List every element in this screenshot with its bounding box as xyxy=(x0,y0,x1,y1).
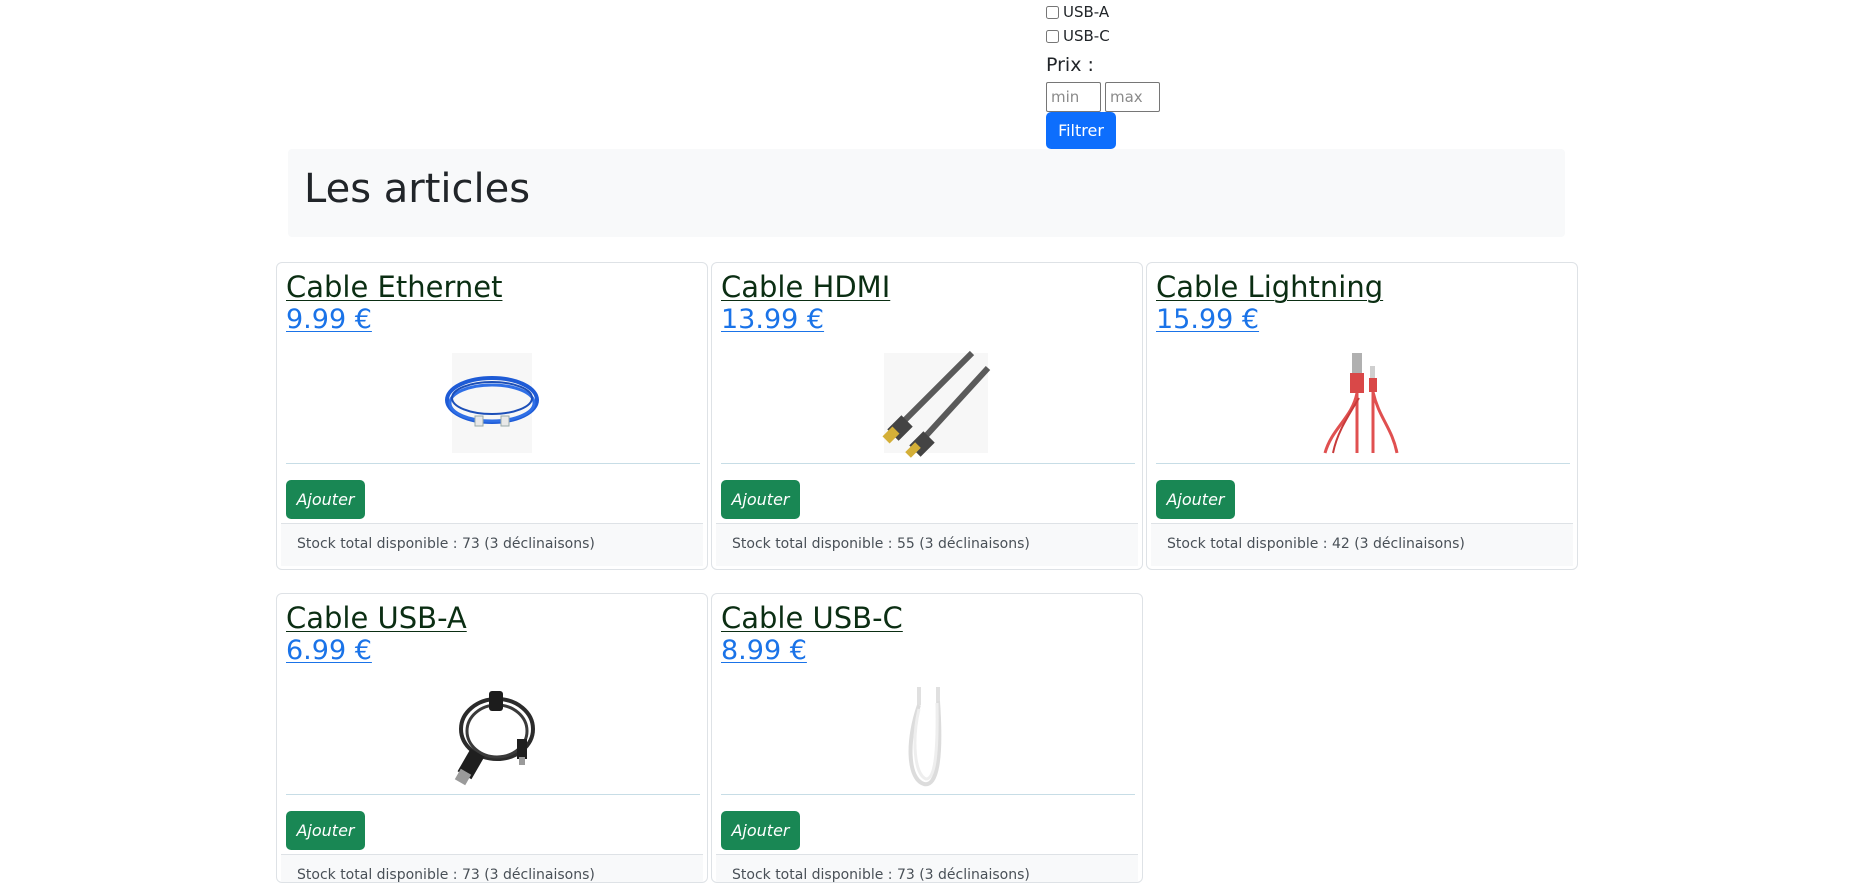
stock-text: Stock total disponible : 42 (3 déclinais… xyxy=(1167,536,1465,552)
min-price-input[interactable] xyxy=(1046,82,1101,112)
product-card: Cable Lightning 15.99 € Ajouter Stock to… xyxy=(1146,262,1578,570)
page-title: Les articles xyxy=(304,166,531,212)
usb-c-label: USB-C xyxy=(1063,27,1110,45)
product-title-link[interactable]: Cable USB-A xyxy=(286,601,467,635)
usb-c-checkbox[interactable] xyxy=(1046,29,1059,43)
product-title-link[interactable]: Cable USB-C xyxy=(721,601,903,635)
product-price-link[interactable]: 6.99 € xyxy=(286,635,372,666)
add-to-cart-button[interactable]: Ajouter xyxy=(721,480,800,519)
product-price-link[interactable]: 15.99 € xyxy=(1156,304,1259,335)
card-footer: Stock total disponible : 73 (3 déclinais… xyxy=(716,854,1138,883)
filter-panel: USB-A USB-C Prix : Filtrer xyxy=(1046,0,1246,149)
usb-a-cable-image xyxy=(427,679,557,789)
lightning-cable-image xyxy=(1297,348,1427,458)
page-header: Les articles xyxy=(288,149,1565,237)
product-title-link[interactable]: Cable HDMI xyxy=(721,270,890,304)
card-divider xyxy=(286,794,700,795)
filter-option-usb-a[interactable]: USB-A xyxy=(1046,0,1246,24)
product-price-link[interactable]: 9.99 € xyxy=(286,304,372,335)
product-title-link[interactable]: Cable Ethernet xyxy=(286,270,502,304)
card-divider xyxy=(721,794,1135,795)
add-to-cart-button[interactable]: Ajouter xyxy=(1156,480,1235,519)
card-divider xyxy=(286,463,700,464)
usb-c-cable-image xyxy=(862,679,992,789)
card-footer: Stock total disponible : 73 (3 déclinais… xyxy=(281,523,703,566)
price-range xyxy=(1046,82,1246,112)
card-divider xyxy=(721,463,1135,464)
card-footer: Stock total disponible : 42 (3 déclinais… xyxy=(1151,523,1573,566)
product-title-link[interactable]: Cable Lightning xyxy=(1156,270,1383,304)
price-label: Prix : xyxy=(1046,54,1094,76)
add-to-cart-button[interactable]: Ajouter xyxy=(286,811,365,850)
card-footer: Stock total disponible : 73 (3 déclinais… xyxy=(281,854,703,883)
filter-option-usb-c[interactable]: USB-C xyxy=(1046,24,1246,48)
filter-button[interactable]: Filtrer xyxy=(1046,112,1116,149)
product-card: Cable Ethernet 9.99 € Ajouter Stock tota… xyxy=(276,262,708,570)
product-price-link[interactable]: 8.99 € xyxy=(721,635,807,666)
stock-text: Stock total disponible : 73 (3 déclinais… xyxy=(732,867,1030,883)
product-card: Cable USB-C 8.99 € Ajouter Stock total d… xyxy=(711,593,1143,883)
product-card: Cable HDMI 13.99 € Ajouter Stock total d… xyxy=(711,262,1143,570)
ethernet-cable-image xyxy=(427,348,557,458)
usb-a-checkbox[interactable] xyxy=(1046,5,1059,19)
stock-text: Stock total disponible : 55 (3 déclinais… xyxy=(732,536,1030,552)
product-price-link[interactable]: 13.99 € xyxy=(721,304,824,335)
card-footer: Stock total disponible : 55 (3 déclinais… xyxy=(716,523,1138,566)
stock-text: Stock total disponible : 73 (3 déclinais… xyxy=(297,536,595,552)
card-divider xyxy=(1156,463,1570,464)
product-card: Cable USB-A 6.99 € Ajouter Stock total d… xyxy=(276,593,708,883)
hdmi-cable-image xyxy=(862,348,992,458)
add-to-cart-button[interactable]: Ajouter xyxy=(721,811,800,850)
add-to-cart-button[interactable]: Ajouter xyxy=(286,480,365,519)
stock-text: Stock total disponible : 73 (3 déclinais… xyxy=(297,867,595,883)
usb-a-label: USB-A xyxy=(1063,3,1110,21)
max-price-input[interactable] xyxy=(1105,82,1160,112)
